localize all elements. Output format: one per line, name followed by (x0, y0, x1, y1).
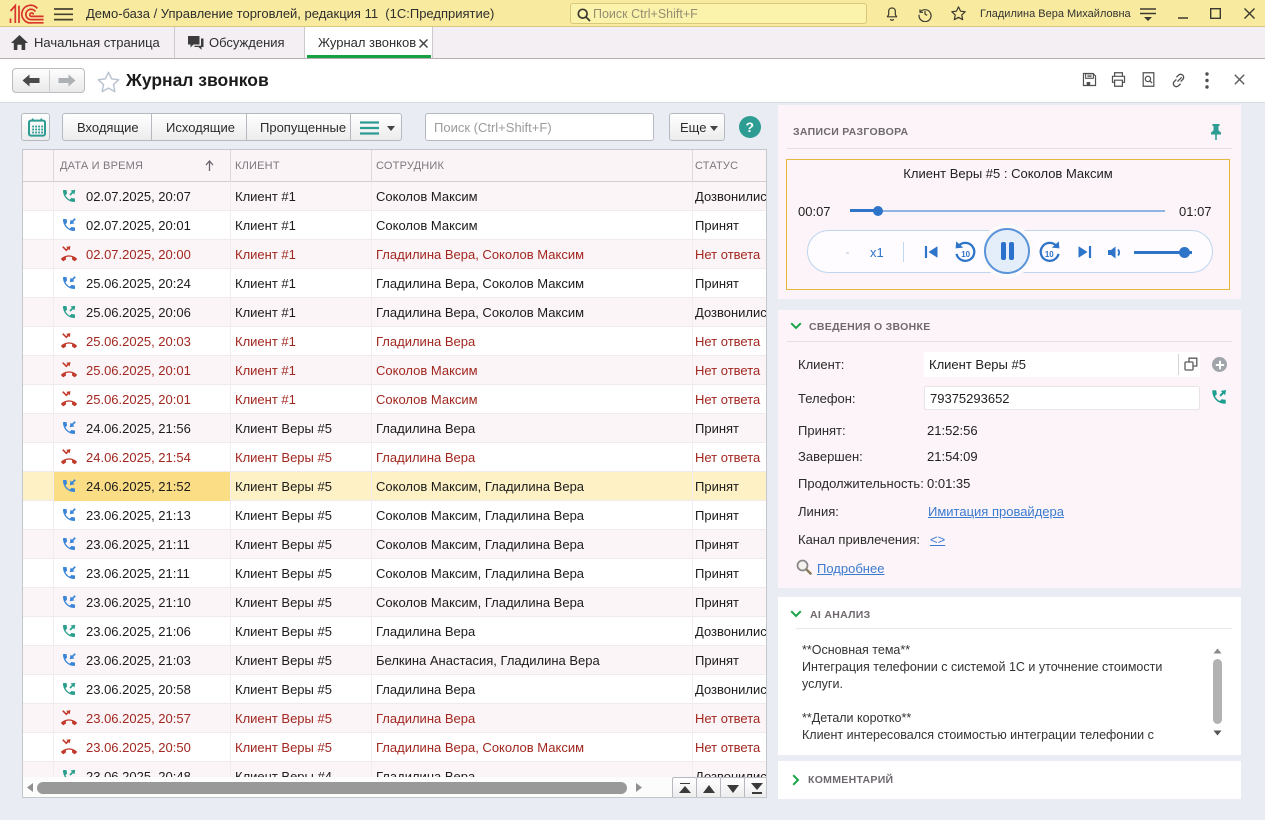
svg-text:10: 10 (1045, 250, 1054, 259)
svg-text:10: 10 (961, 250, 970, 259)
